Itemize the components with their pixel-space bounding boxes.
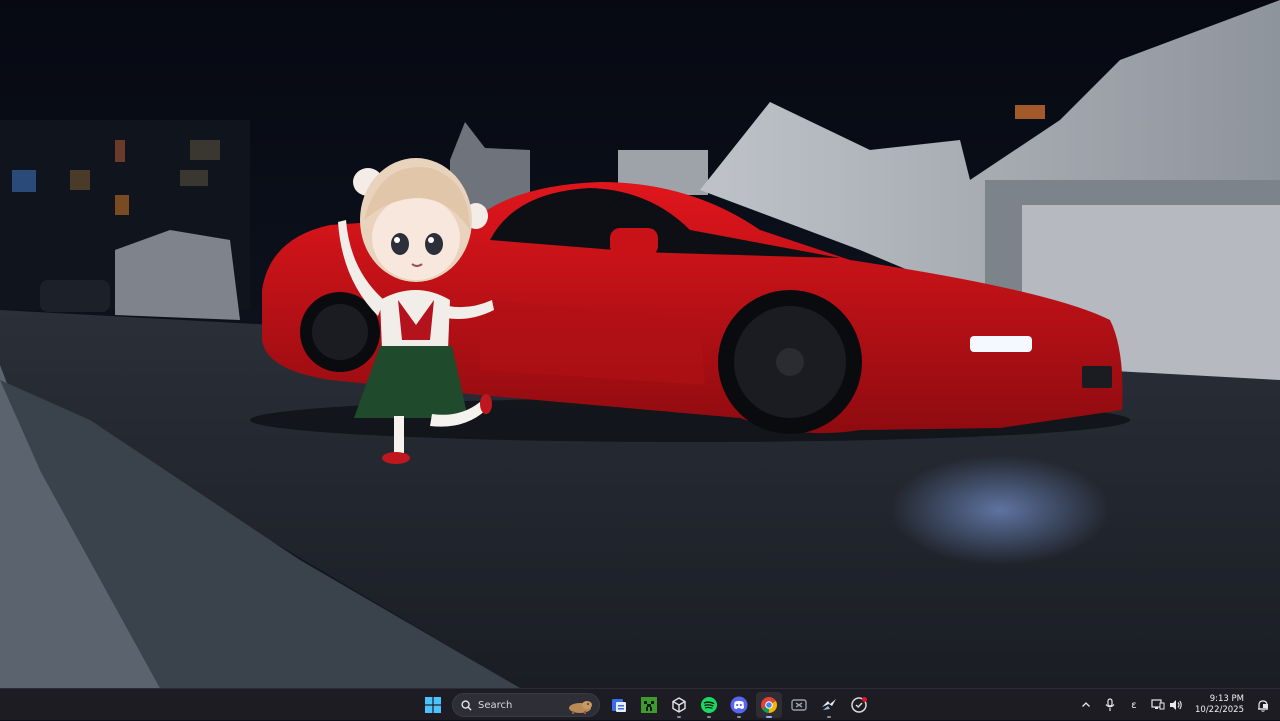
- taskbar-app-cube[interactable]: [666, 692, 692, 718]
- cube-app-icon: [672, 697, 686, 713]
- taskbar-app-game-overlay[interactable]: [846, 692, 872, 718]
- quick-settings-button[interactable]: [1147, 692, 1187, 718]
- network-icon: [1151, 699, 1165, 710]
- spotify-icon: [701, 697, 717, 713]
- microphone-button[interactable]: [1099, 692, 1121, 718]
- wallpaper-image: [0, 0, 1280, 688]
- taskbar: ε 9:13 PM 10/22/2025: [0, 688, 1280, 720]
- taskbar-app-file-explorer[interactable]: [606, 692, 632, 718]
- windows-start-icon: [425, 697, 441, 713]
- taskbar-apps: [420, 692, 872, 718]
- start-button[interactable]: [420, 692, 446, 718]
- taskbar-app-minecraft[interactable]: [636, 692, 662, 718]
- clock-date: 10/22/2025: [1195, 705, 1244, 715]
- tray-overflow-button[interactable]: [1075, 692, 1097, 718]
- system-tray: ε 9:13 PM 10/22/2025: [1075, 689, 1280, 721]
- notification-badge-icon: [862, 697, 867, 702]
- discord-icon: [730, 696, 748, 714]
- chevron-up-icon: [1082, 702, 1090, 707]
- clock-time: 9:13 PM: [1209, 694, 1244, 704]
- microphone-icon: [1105, 698, 1115, 711]
- search-box[interactable]: [452, 693, 600, 717]
- xbox-icon: [791, 699, 807, 711]
- running-indicator: [707, 716, 711, 718]
- taskbar-app-xbox[interactable]: [786, 692, 812, 718]
- running-indicator: [827, 716, 831, 718]
- search-icon: [461, 699, 472, 711]
- running-indicator: [677, 716, 681, 718]
- steam-icon: [822, 699, 836, 710]
- capybara-search-highlight-icon[interactable]: [567, 698, 593, 714]
- file-explorer-icon: [612, 699, 626, 712]
- chrome-icon: [761, 697, 777, 713]
- taskbar-app-chrome[interactable]: [756, 692, 782, 718]
- notifications-button[interactable]: [1252, 692, 1274, 718]
- search-input[interactable]: [478, 699, 566, 711]
- volume-icon: [1170, 700, 1182, 710]
- notification-bell-icon: [1258, 699, 1268, 712]
- desktop: [0, 0, 1280, 688]
- taskbar-app-discord[interactable]: [726, 692, 752, 718]
- desktop-pet-character[interactable]: [320, 150, 510, 470]
- clock-button[interactable]: 9:13 PM 10/22/2025: [1189, 691, 1250, 719]
- language-indicator[interactable]: ε: [1123, 692, 1145, 718]
- taskbar-app-steam[interactable]: [816, 692, 842, 718]
- taskbar-app-spotify[interactable]: [696, 692, 722, 718]
- running-indicator: [737, 716, 741, 718]
- minecraft-icon: [641, 697, 657, 713]
- game-overlay-icon: [851, 697, 867, 713]
